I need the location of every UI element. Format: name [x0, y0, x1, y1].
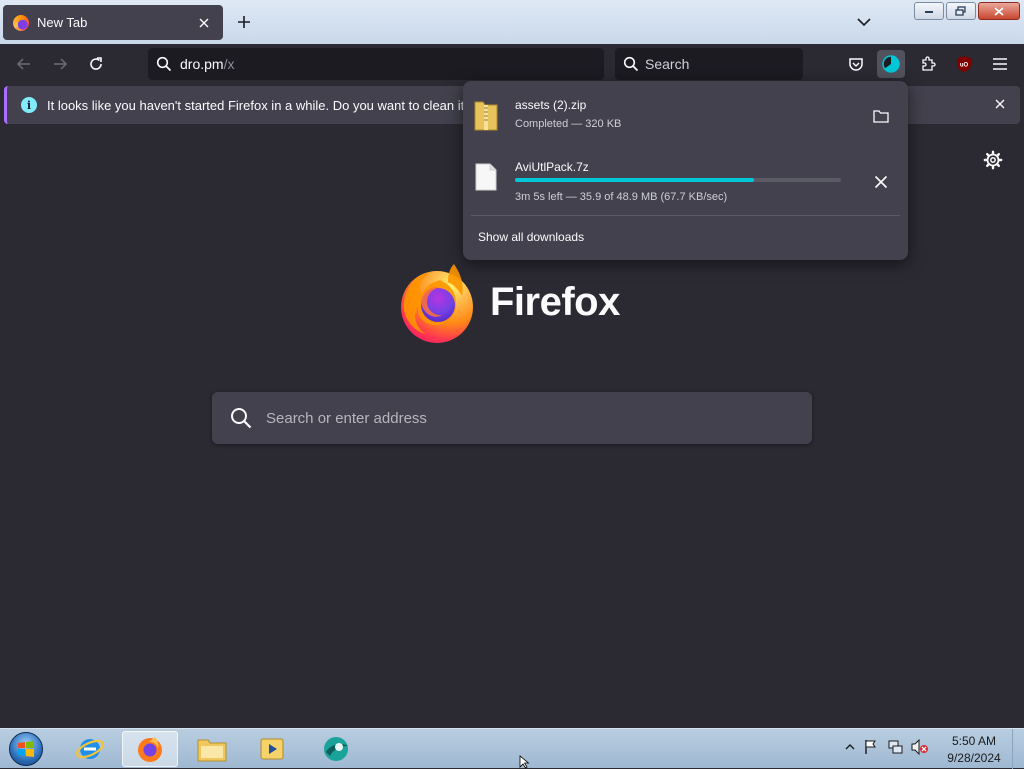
- download-progress-bar: [515, 178, 841, 182]
- url-bar[interactable]: dro.pm/x: [148, 48, 604, 80]
- title-bar: New Tab: [0, 0, 1024, 44]
- start-button[interactable]: [6, 730, 46, 768]
- puzzle-icon: [922, 56, 936, 71]
- new-tab-button[interactable]: [232, 10, 256, 34]
- volume-muted-icon[interactable]: [911, 739, 929, 755]
- download-status: Completed — 320 KB: [515, 118, 622, 130]
- search-icon: [156, 56, 172, 72]
- firefox-favicon-icon: [13, 14, 29, 31]
- gear-icon[interactable]: [983, 150, 1003, 170]
- search-placeholder: Search: [645, 56, 690, 72]
- media-player-icon: [260, 738, 284, 760]
- search-box-placeholder: Search or enter address: [266, 409, 427, 427]
- divider: [471, 215, 900, 216]
- firefox-wordmark: Firefox: [490, 280, 620, 324]
- notification-text: It looks like you haven't started Firefo…: [47, 97, 502, 113]
- browser-app-taskbar-button[interactable]: [308, 731, 364, 767]
- show-all-downloads-button[interactable]: Show all downloads: [478, 230, 584, 244]
- close-window-button[interactable]: [978, 2, 1020, 20]
- window-controls: [914, 2, 1020, 20]
- clock[interactable]: 5:50 AM 9/28/2024: [942, 733, 1006, 767]
- network-icon[interactable]: [887, 739, 903, 755]
- tab-title: New Tab: [37, 15, 88, 30]
- info-icon: i: [21, 97, 37, 113]
- media-player-taskbar-button[interactable]: [244, 731, 300, 767]
- back-button[interactable]: [10, 50, 38, 78]
- download-item[interactable]: AviUtlPack.7z 3m 5s left — 35.9 of 48.9 …: [463, 151, 908, 211]
- url-text: dro.pm/x: [180, 56, 235, 72]
- hamburger-menu-icon: [993, 58, 1007, 70]
- search-icon: [623, 56, 639, 72]
- restore-button[interactable]: [946, 2, 976, 20]
- file-icon: [473, 160, 499, 194]
- download-progress-icon: [882, 55, 900, 73]
- folder-icon[interactable]: [870, 105, 892, 127]
- extensions-button[interactable]: [914, 50, 942, 78]
- pocket-button[interactable]: [842, 50, 870, 78]
- mouse-cursor-icon: [519, 755, 530, 769]
- zip-folder-icon: [473, 98, 499, 132]
- pocket-icon: [849, 58, 863, 71]
- tab-close-icon[interactable]: [195, 14, 213, 32]
- system-tray: [845, 739, 929, 755]
- firefox-logo-icon: [396, 262, 478, 344]
- ublock-button[interactable]: uO: [950, 50, 978, 78]
- download-filename: AviUtlPack.7z: [515, 160, 589, 174]
- close-icon[interactable]: [870, 171, 892, 193]
- forward-button[interactable]: [46, 50, 74, 78]
- chevron-down-icon[interactable]: [852, 10, 876, 34]
- windows-logo-icon: [9, 732, 43, 766]
- svg-text:uO: uO: [960, 63, 969, 69]
- show-desktop-button[interactable]: [1012, 729, 1024, 769]
- notification-close-icon[interactable]: [992, 96, 1008, 112]
- internet-explorer-taskbar-button[interactable]: [62, 731, 118, 767]
- menu-button[interactable]: [986, 50, 1014, 78]
- show-hidden-icons-icon[interactable]: [845, 743, 855, 751]
- firefox-icon: [138, 737, 162, 762]
- download-status: 3m 5s left — 35.9 of 48.9 MB (67.7 KB/se…: [515, 191, 728, 203]
- downloads-button[interactable]: [877, 50, 905, 78]
- new-tab-search-box[interactable]: Search or enter address: [212, 392, 812, 444]
- action-center-flag-icon[interactable]: [863, 739, 879, 755]
- tab-new-tab[interactable]: New Tab: [3, 5, 223, 40]
- clock-time: 5:50 AM: [951, 734, 997, 748]
- download-item[interactable]: assets (2).zip Completed — 320 KB: [463, 89, 908, 149]
- ublock-origin-icon: uO: [957, 56, 971, 72]
- downloads-panel: assets (2).zip Completed — 320 KB AviUtl…: [463, 81, 908, 260]
- minimize-button[interactable]: [914, 2, 944, 20]
- firefox-taskbar-button[interactable]: [122, 731, 178, 767]
- folder-icon: [197, 739, 227, 762]
- internet-explorer-icon: [75, 739, 105, 759]
- download-progress-fill: [515, 178, 755, 182]
- windows-taskbar: 5:50 AM 9/28/2024: [0, 728, 1024, 769]
- search-bar[interactable]: Search: [615, 48, 803, 80]
- navigation-toolbar: dro.pm/x Search uO: [0, 44, 1024, 84]
- teal-browser-icon: [324, 737, 348, 761]
- download-filename: assets (2).zip: [515, 98, 587, 112]
- reload-button[interactable]: [82, 50, 110, 78]
- search-icon: [231, 408, 252, 429]
- clock-date: 9/28/2024: [947, 751, 1001, 765]
- file-explorer-taskbar-button[interactable]: [184, 731, 240, 767]
